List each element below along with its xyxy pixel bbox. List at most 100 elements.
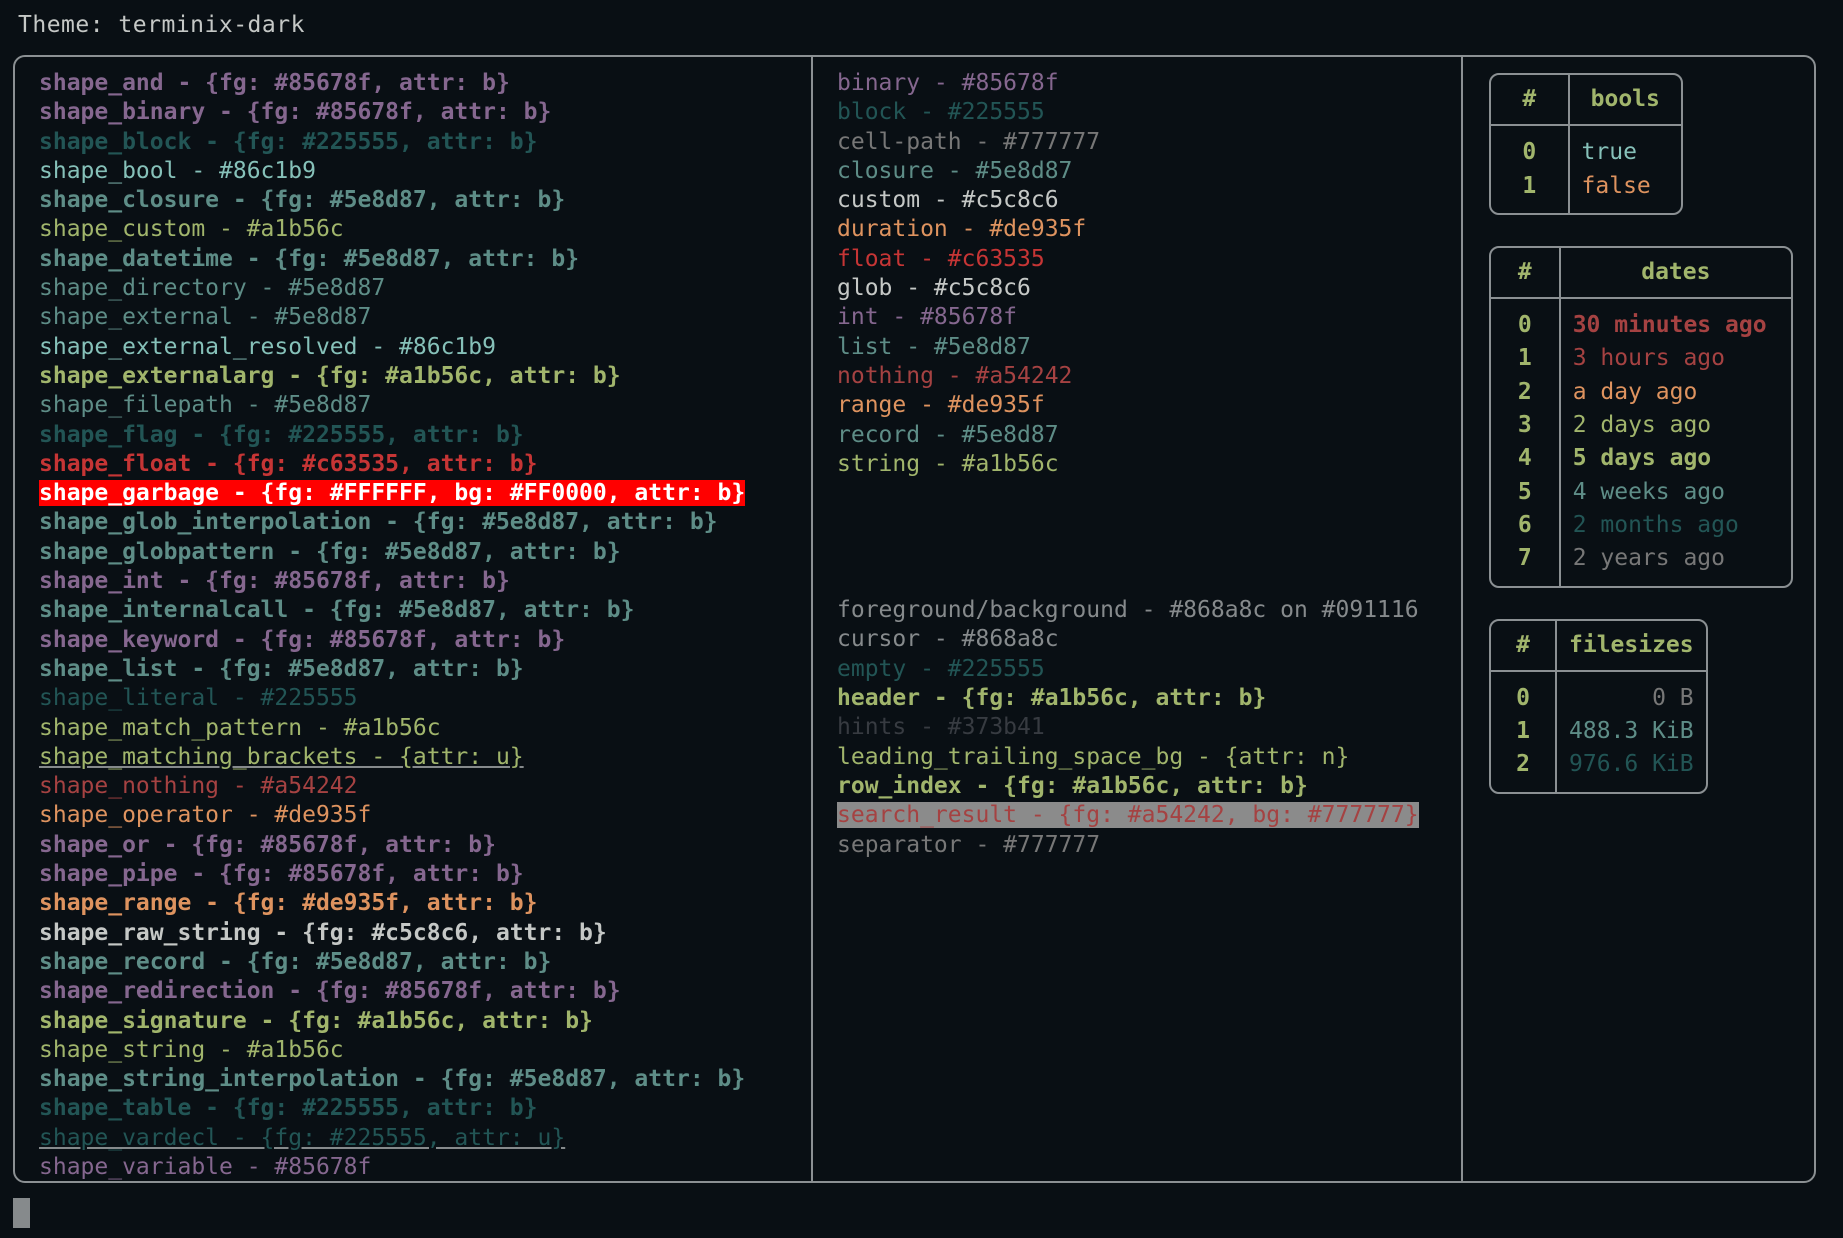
shape-entry: shape_range - {fg: #de935f, attr: b} xyxy=(39,889,811,918)
shape-entry: shape_or - {fg: #85678f, attr: b} xyxy=(39,831,811,860)
shape-entry: shape_filepath - #5e8d87 xyxy=(39,391,811,420)
shape-entry-text: shape_nothing - #a54242 xyxy=(39,773,358,800)
shape-entry-text: shape_list - {fg: #5e8d87, attr: b} xyxy=(39,655,524,682)
table-dates: # dates 0 30 minutes ago 1 3 hours ago 2 a day … xyxy=(1489,245,1793,588)
table-header-row: # filesizes xyxy=(1491,620,1706,671)
shape-entry-text: shape_raw_string - {fg: #c5c8c6, attr: b… xyxy=(39,919,607,946)
table-cell-index: 2 xyxy=(1491,375,1561,410)
type-entry-text: block - #225555 xyxy=(837,99,1045,126)
shape-entry: shape_custom - #a1b56c xyxy=(39,215,811,244)
ui-entry: foreground/background - #868a8c on #0911… xyxy=(837,596,1461,625)
table-cell-index: 6 xyxy=(1491,508,1561,543)
table-header-row: # bools xyxy=(1491,75,1681,126)
shape-entry-text: shape_pipe - {fg: #85678f, attr: b} xyxy=(39,861,524,888)
ui-entry: cursor - #868a8c xyxy=(837,625,1461,654)
type-entry: float - #c63535 xyxy=(837,245,1461,274)
ui-entry-text: hints - #373b41 xyxy=(837,714,1045,741)
shape-entry-text: shape_keyword - {fg: #85678f, attr: b} xyxy=(39,626,566,653)
table-row: 2 976.6 KiB xyxy=(1491,748,1706,792)
shape-entry-text: shape_int - {fg: #85678f, attr: b} xyxy=(39,568,510,595)
table-cell-index: 4 xyxy=(1491,442,1561,476)
shape-entry: shape_keyword - {fg: #85678f, attr: b} xyxy=(39,626,811,655)
table-row: 0 30 minutes ago xyxy=(1491,298,1791,343)
shape-entry-text: shape_externalarg - {fg: #a1b56c, attr: … xyxy=(39,362,621,389)
table-header-value: bools xyxy=(1590,86,1660,112)
types-list: binary - #85678f block - #225555 cell-path… xyxy=(837,69,1461,479)
shape-entry-text: shape_redirection - {fg: #85678f, attr: … xyxy=(39,978,621,1005)
type-entry-text: list - #5e8d87 xyxy=(837,333,1031,360)
type-entry-text: duration - #de935f xyxy=(837,216,1087,243)
shape-entry-text: shape_internalcall - {fg: #5e8d87, attr:… xyxy=(39,597,635,624)
shape-entry: shape_signature - {fg: #a1b56c, attr: b} xyxy=(39,1007,811,1036)
ui-entry-text: separator - #777777 xyxy=(837,831,1101,858)
shape-entry-text: shape_vardecl - {fg: #225555, attr: u} xyxy=(39,1124,566,1151)
ui-entry: row_index - {fg: #a1b56c, attr: b} xyxy=(837,772,1461,801)
table-cell-value: 0 B xyxy=(1652,684,1694,711)
shape-entry-text: shape_and - {fg: #85678f, attr: b} xyxy=(39,70,510,96)
shape-entry-text: shape_glob_interpolation - {fg: #5e8d87,… xyxy=(39,509,718,536)
type-entry: block - #225555 xyxy=(837,98,1461,127)
shape-entry: shape_int - {fg: #85678f, attr: b} xyxy=(39,567,811,596)
shape-entry: shape_variable - #85678f xyxy=(39,1153,811,1181)
ui-entry: empty - #225555 xyxy=(837,655,1461,684)
table-cell-value: 2 years ago xyxy=(1572,545,1726,572)
shape-entry: shape_redirection - {fg: #85678f, attr: … xyxy=(39,977,811,1006)
table-cell-index: 2 xyxy=(1491,748,1557,792)
shape-entry: shape_bool - #86c1b9 xyxy=(39,157,811,186)
shape-entry-text: shape_external_resolved - #86c1b9 xyxy=(39,333,496,360)
shape-entry-text: shape_datetime - {fg: #5e8d87, attr: b} xyxy=(39,245,580,272)
shape-entry: shape_raw_string - {fg: #c5c8c6, attr: b… xyxy=(39,919,811,948)
type-entry-text: closure - #5e8d87 xyxy=(837,157,1073,184)
shape-entry: shape_table - {fg: #225555, attr: b} xyxy=(39,1094,811,1123)
table-row: 6 2 months ago xyxy=(1491,508,1791,543)
table-cell-index: 0 xyxy=(1491,125,1570,170)
shape-entry-text: shape_or - {fg: #85678f, attr: b} xyxy=(39,831,496,858)
ui-entry: separator - #777777 xyxy=(837,831,1461,860)
shape-entry-text: shape_garbage - {fg: #FFFFFF, bg: #FF000… xyxy=(39,480,746,507)
table-row: 1 false xyxy=(1491,169,1681,213)
shape-entry-text: shape_closure - {fg: #5e8d87, attr: b} xyxy=(39,187,566,214)
table-filesizes: # filesizes 0 0 B 1 488.3 KiB 2 976.6 KiB xyxy=(1489,618,1708,794)
shape-entry: shape_binary - {fg: #85678f, attr: b} xyxy=(39,98,811,127)
shape-entry-text: shape_match_pattern - #a1b56c xyxy=(39,714,441,741)
table-header-row: # dates xyxy=(1491,247,1791,299)
ui-elements-list: foreground/background - #868a8c on #0911… xyxy=(837,596,1461,860)
type-entry-text: binary - #85678f xyxy=(837,70,1059,96)
shape-entry: shape_literal - #225555 xyxy=(39,684,811,713)
ui-entry-text: header - {fg: #a1b56c, attr: b} xyxy=(837,685,1267,712)
shape-entry-text: shape_string_interpolation - {fg: #5e8d8… xyxy=(39,1066,746,1093)
type-entry-text: string - #a1b56c xyxy=(837,450,1059,477)
type-entry: record - #5e8d87 xyxy=(837,421,1461,450)
ui-entry-text: row_index - {fg: #a1b56c, attr: b} xyxy=(837,772,1308,799)
ui-entry-text: search_result - {fg: #a54242, bg: #77777… xyxy=(837,802,1419,829)
type-entry: int - #85678f xyxy=(837,303,1461,332)
table-bools: # bools 0 true 1 false xyxy=(1489,73,1683,215)
shape-entry-text: shape_record - {fg: #5e8d87, attr: b} xyxy=(39,948,552,975)
shape-entry: shape_float - {fg: #c63535, attr: b} xyxy=(39,450,811,479)
type-entry-text: nothing - #a54242 xyxy=(837,362,1073,389)
type-entry: range - #de935f xyxy=(837,391,1461,420)
type-entry: nothing - #a54242 xyxy=(837,362,1461,391)
shape-entry: shape_and - {fg: #85678f, attr: b} xyxy=(39,69,811,98)
shape-entry: shape_external_resolved - #86c1b9 xyxy=(39,333,811,362)
shape-entry-text: shape_variable - #85678f xyxy=(39,1153,372,1180)
shape-entry: shape_block - {fg: #225555, attr: b} xyxy=(39,128,811,157)
ui-entry-text: leading_trailing_space_bg - {attr: n} xyxy=(837,743,1350,770)
type-entry-text: record - #5e8d87 xyxy=(837,421,1059,448)
table-row: 3 2 days ago xyxy=(1491,409,1791,443)
table-cell-index: 1 xyxy=(1491,715,1557,749)
theme-preview-panel: shape_and - {fg: #85678f, attr: b} shape_… xyxy=(13,55,1816,1183)
shape-entry: shape_string_interpolation - {fg: #5e8d8… xyxy=(39,1065,811,1094)
shape-entry: shape_globpattern - {fg: #5e8d87, attr: … xyxy=(39,538,811,567)
type-entry-text: cell-path - #777777 xyxy=(837,128,1101,155)
type-entry: string - #a1b56c xyxy=(837,450,1461,479)
theme-label: Theme: terminix-dark xyxy=(18,12,305,38)
shape-entry: shape_datetime - {fg: #5e8d87, attr: b} xyxy=(39,245,811,274)
shapes-list: shape_and - {fg: #85678f, attr: b} shape_… xyxy=(39,69,811,1181)
table-row: 1 488.3 KiB xyxy=(1491,715,1706,749)
shape-entry-text: shape_signature - {fg: #a1b56c, attr: b} xyxy=(39,1007,593,1034)
table-row: 7 2 years ago xyxy=(1491,542,1791,586)
shape-entry-text: shape_float - {fg: #c63535, attr: b} xyxy=(39,450,538,477)
table-header-value: dates xyxy=(1641,258,1711,285)
type-entry-text: float - #c63535 xyxy=(837,245,1045,272)
